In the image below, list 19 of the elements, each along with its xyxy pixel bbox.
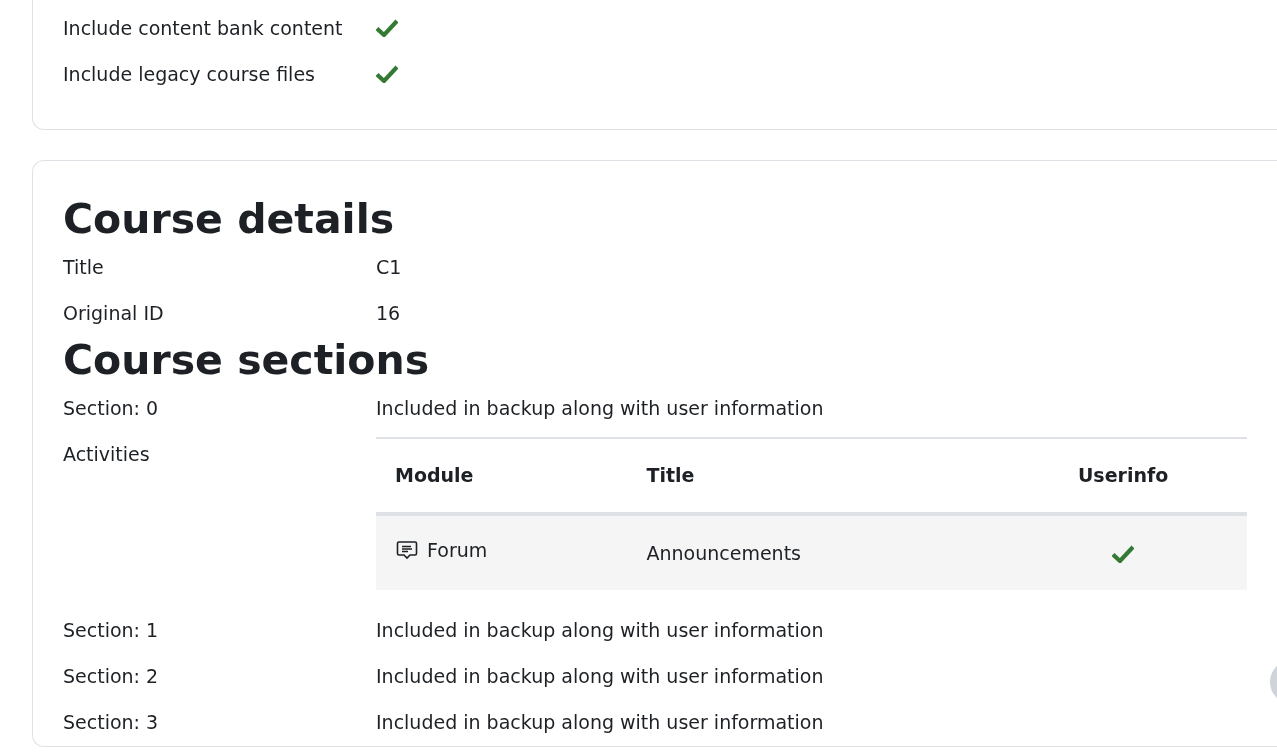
field-value: Included in backup along with user information — [376, 710, 824, 736]
field-label: Title — [63, 254, 105, 280]
field-value: Included in backup along with user information — [376, 396, 824, 422]
setting-label: Include legacy course files — [63, 61, 316, 87]
field-value: 16 — [376, 300, 401, 326]
field-label: Section: 2 — [63, 664, 160, 690]
field-value: C1 — [376, 254, 402, 280]
field-label: Section: 3 — [63, 710, 160, 736]
field-label: Section: 0 — [63, 396, 160, 422]
table-cell-text: Forum — [427, 537, 488, 563]
field-value: Included in backup along with user information — [376, 618, 824, 644]
table-cell: Announcements — [646, 541, 801, 564]
field-value: Included in backup along with user information — [376, 664, 824, 690]
field-label: Original ID — [63, 300, 165, 326]
setting-label: Include content bank content — [63, 15, 344, 41]
field-label: Activities — [63, 442, 150, 468]
section-heading: Course sections — [63, 336, 431, 386]
section-heading: Course details — [63, 195, 396, 245]
field-label: Section: 1 — [63, 618, 160, 644]
